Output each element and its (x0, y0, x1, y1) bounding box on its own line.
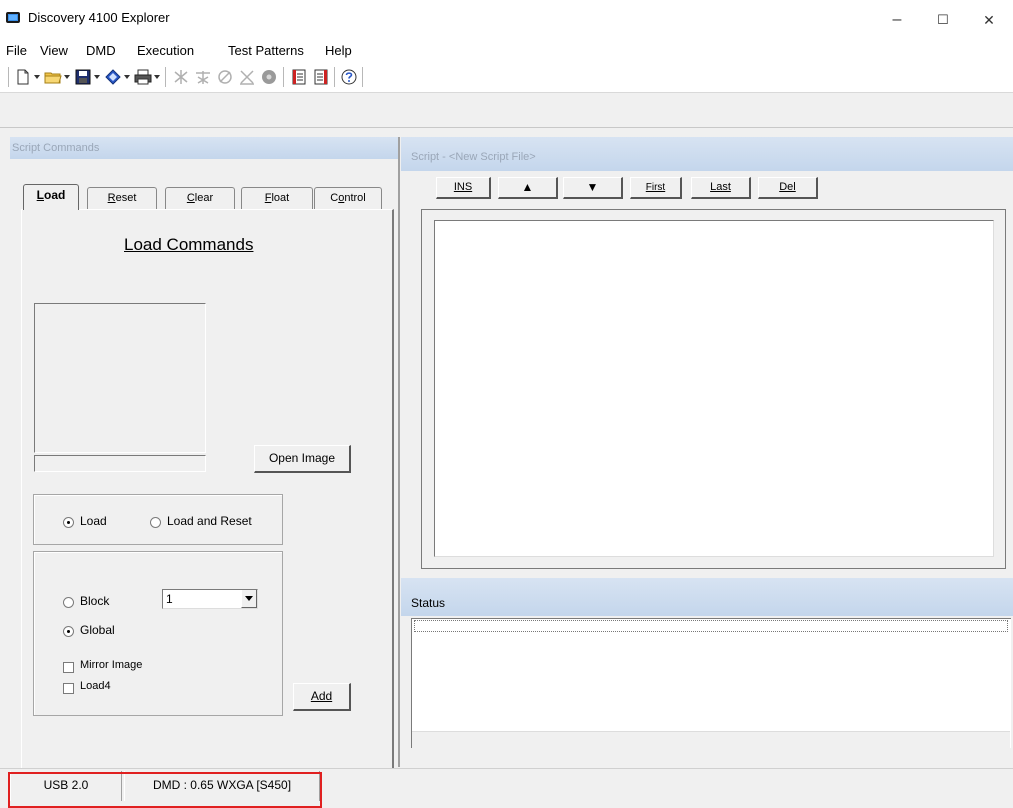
script-commands-header: Script Commands (10, 137, 398, 159)
menu-file[interactable]: File (6, 43, 27, 58)
menu-test-patterns[interactable]: Test Patterns (228, 43, 304, 58)
toolbar-separator (362, 67, 363, 87)
app-icon (6, 12, 20, 23)
script-header: Script - <New Script File> (401, 137, 1013, 171)
script-frame (421, 209, 1006, 569)
toolbar (0, 62, 1013, 93)
delete-button[interactable]: Del (758, 177, 818, 199)
menu-view[interactable]: View (40, 43, 68, 58)
help-icon[interactable] (340, 68, 358, 86)
menu-execution[interactable]: Execution (137, 43, 194, 58)
image-path-field (34, 455, 206, 472)
load4-checkbox[interactable] (63, 683, 74, 694)
load-and-reset-label: Load and Reset (167, 514, 252, 528)
save-icon[interactable] (74, 68, 92, 86)
global-radio-label: Global (80, 623, 115, 637)
tab-float[interactable]: Float (241, 187, 313, 209)
tab-control[interactable]: Control (314, 187, 382, 209)
toolbar-band (0, 93, 1013, 128)
new-file-dropdown-icon[interactable] (34, 75, 40, 79)
open-image-button[interactable]: Open Image (254, 445, 351, 473)
script-panel: Script - <New Script File> INS ▲ ▼ First… (401, 137, 1013, 577)
tool-1-icon[interactable] (172, 68, 190, 86)
menu-dmd[interactable]: DMD (86, 43, 116, 58)
load-radio[interactable] (63, 517, 74, 528)
minimize-button[interactable]: – (874, 4, 920, 36)
tab-reset[interactable]: Reset (87, 187, 157, 209)
print-icon[interactable] (134, 68, 152, 86)
menu-bar: File View DMD Execution Test Patterns He… (0, 40, 1013, 62)
mirror-image-checkbox[interactable] (63, 662, 74, 673)
toolbar-separator (334, 67, 335, 87)
load-commands-title: Load Commands (124, 235, 254, 254)
load4-label: Load4 (80, 680, 111, 692)
open-dropdown-icon[interactable] (64, 75, 70, 79)
doc-red-icon[interactable] (290, 68, 308, 86)
tab-clear[interactable]: Clear (165, 187, 235, 209)
load-and-reset-radio[interactable] (150, 517, 161, 528)
paint-bucket-icon[interactable] (104, 68, 122, 86)
global-radio[interactable] (63, 626, 74, 637)
chevron-down-icon (245, 596, 253, 601)
tab-load[interactable]: Load (23, 184, 79, 210)
status-panel: Status (401, 578, 1013, 768)
status-log-selected-line (414, 620, 1008, 632)
add-button[interactable]: Add (293, 683, 351, 711)
window-title: Discovery 4100 Explorer (28, 10, 170, 25)
paint-dropdown-icon[interactable] (124, 75, 130, 79)
menu-help[interactable]: Help (325, 43, 352, 58)
insert-button[interactable]: INS (436, 177, 491, 199)
mirror-image-label: Mirror Image (80, 659, 143, 671)
maximize-button[interactable]: ☐ (920, 4, 966, 36)
image-preview (34, 303, 206, 453)
script-commands-panel: Script Commands Load Reset Clear Float C… (10, 137, 400, 769)
new-file-icon[interactable] (14, 68, 32, 86)
load-radio-label: Load (80, 514, 107, 528)
save-dropdown-icon[interactable] (94, 75, 100, 79)
block-select-dropdown-button[interactable] (241, 590, 257, 608)
status-log[interactable] (411, 618, 1011, 748)
first-button[interactable]: First (630, 177, 682, 199)
last-button[interactable]: Last (691, 177, 751, 199)
move-up-button[interactable]: ▲ (498, 177, 558, 199)
tool-3-icon[interactable] (216, 68, 234, 86)
block-select[interactable]: 1 (162, 589, 258, 609)
toolbar-separator (8, 67, 9, 87)
toolbar-separator (165, 67, 166, 87)
print-dropdown-icon[interactable] (154, 75, 160, 79)
block-radio[interactable] (63, 597, 74, 608)
open-folder-icon[interactable] (44, 68, 62, 86)
close-button[interactable]: ✕ (966, 4, 1012, 36)
move-down-button[interactable]: ▼ (563, 177, 623, 199)
status-log-scrollbar[interactable] (412, 731, 1010, 748)
title-bar: Discovery 4100 Explorer – ☐ ✕ (0, 0, 1013, 40)
doc-list-icon[interactable] (312, 68, 330, 86)
script-list[interactable] (434, 220, 994, 557)
toolbar-separator (283, 67, 284, 87)
tool-4-icon[interactable] (238, 68, 256, 86)
status-bar: USB 2.0 DMD : 0.65 WXGA [S450] (0, 768, 1013, 808)
block-select-value: 1 (166, 592, 173, 606)
record-icon[interactable] (260, 68, 278, 86)
block-radio-label: Block (80, 594, 110, 608)
tool-2-icon[interactable] (194, 68, 212, 86)
status-header: Status (401, 578, 1013, 616)
highlight-box (8, 772, 322, 808)
